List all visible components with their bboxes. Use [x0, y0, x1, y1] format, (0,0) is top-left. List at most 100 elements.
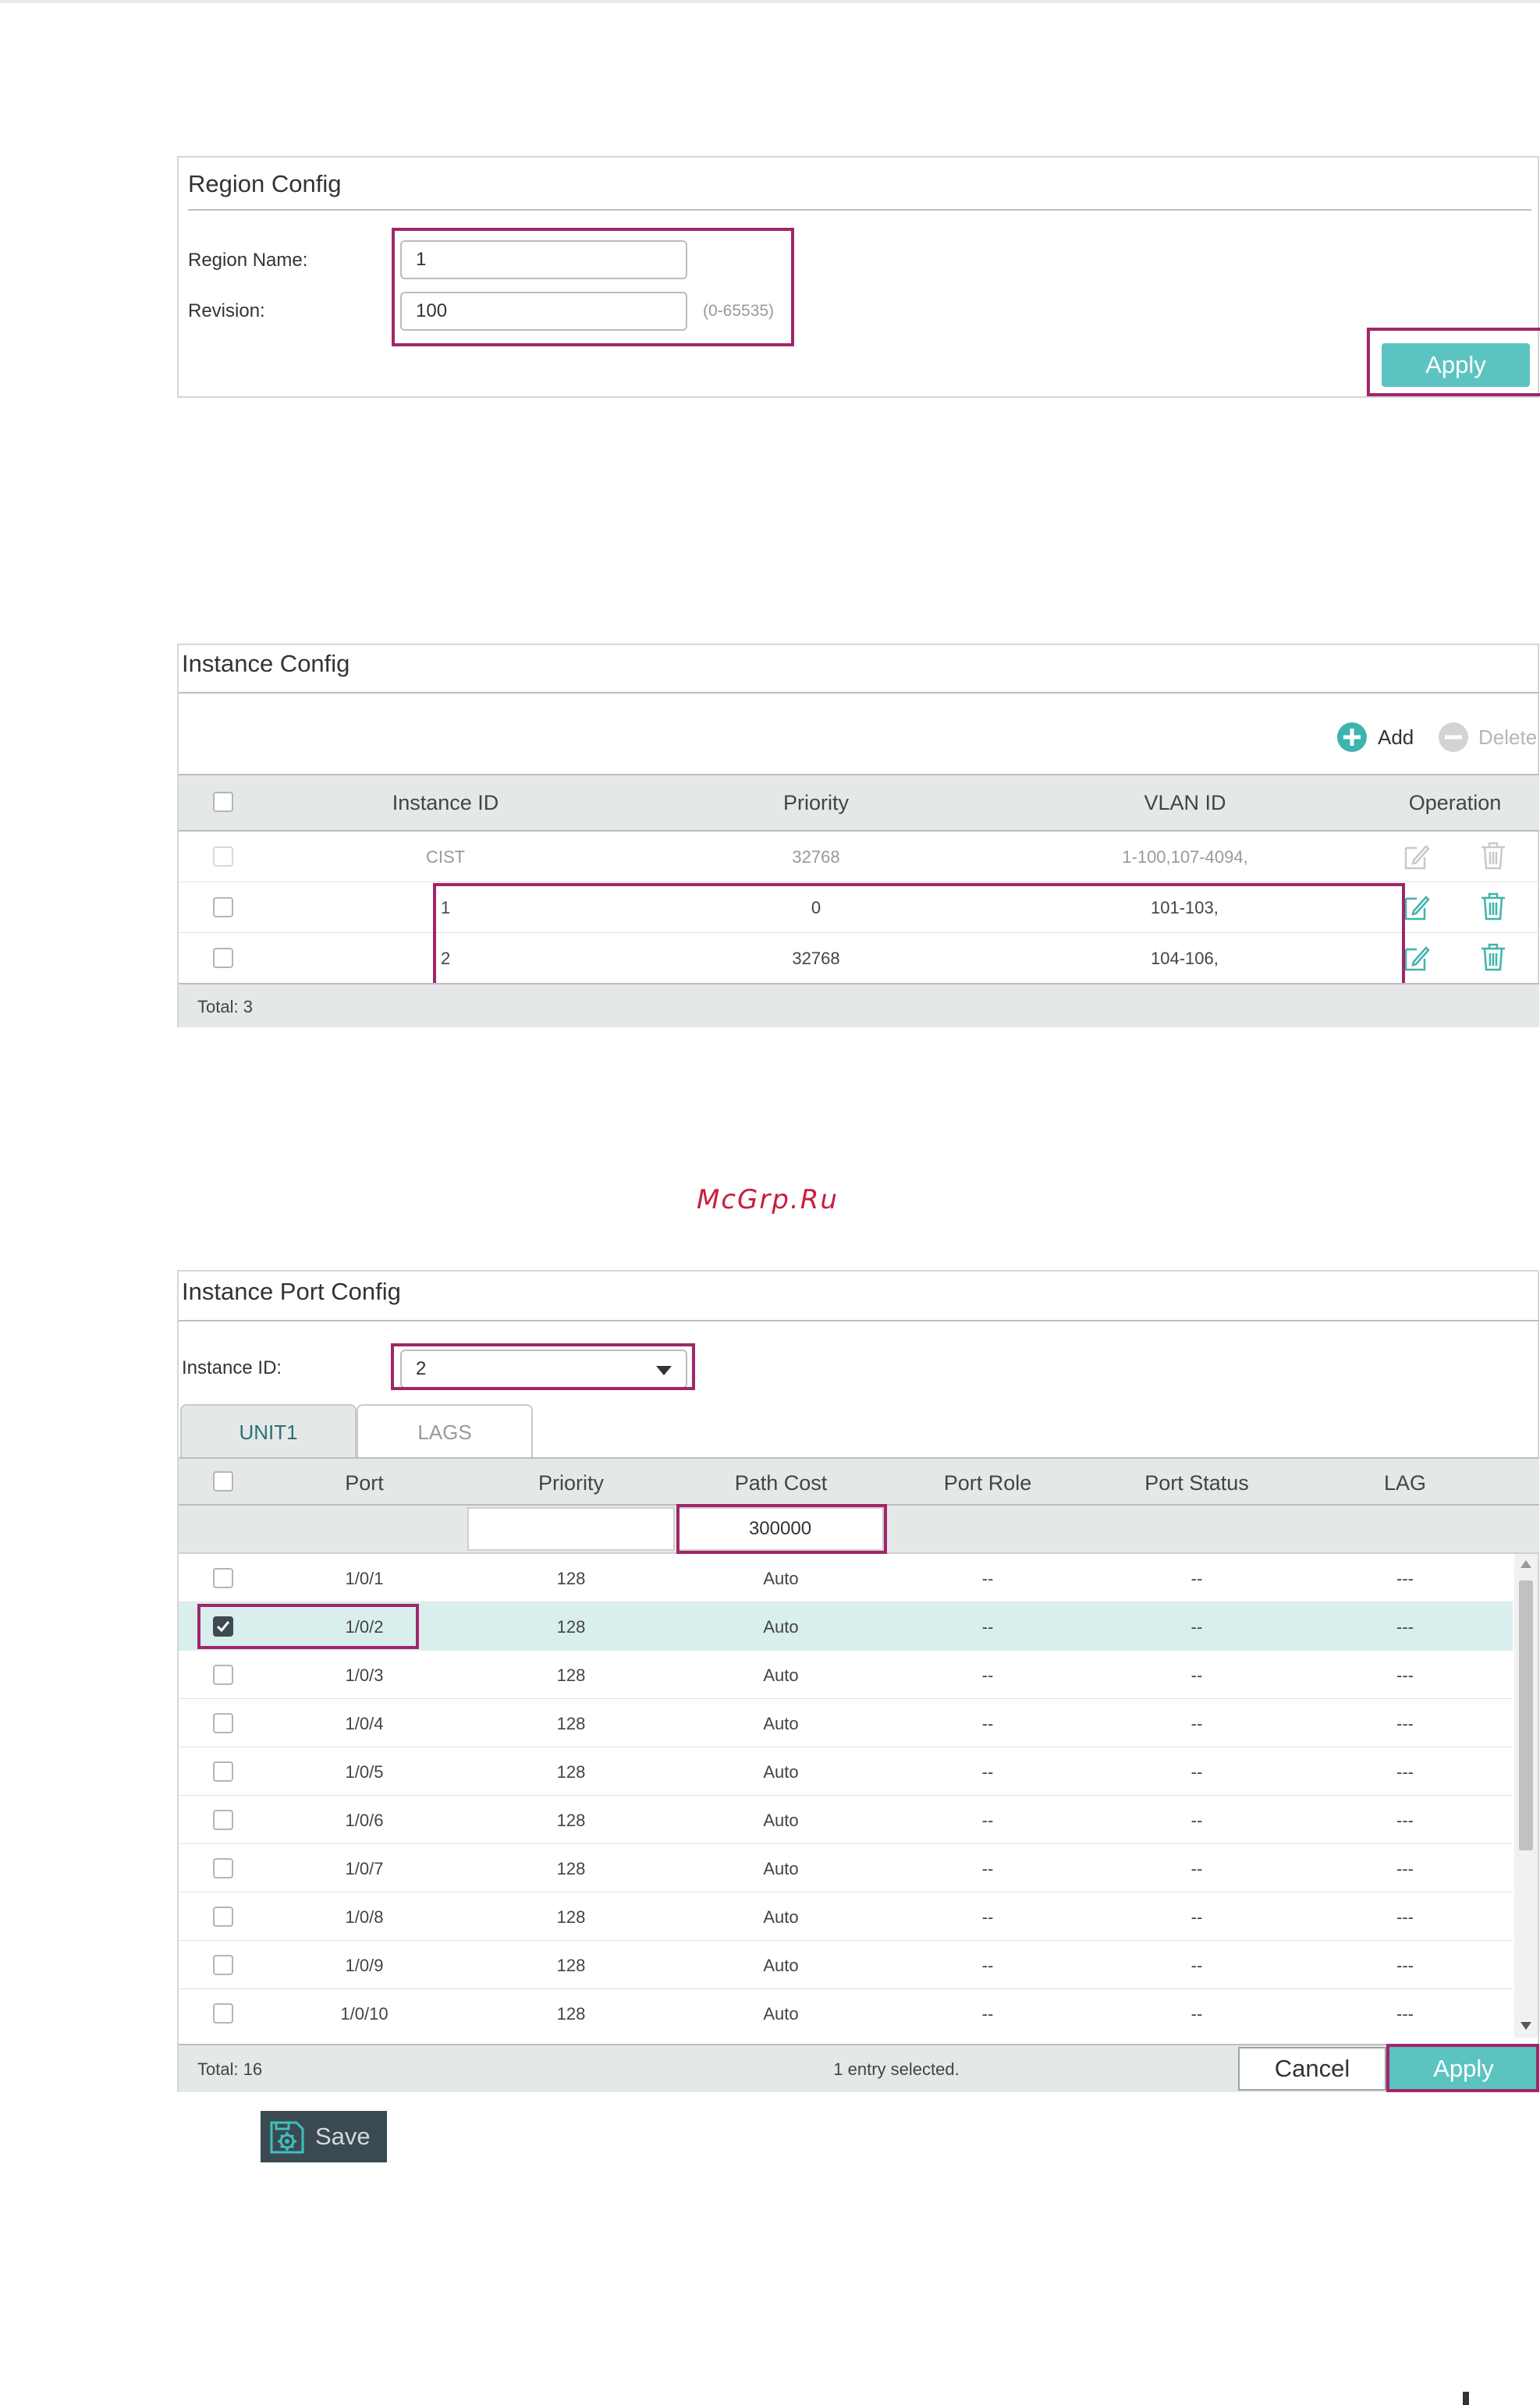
port-status-cell: -- [1190, 1956, 1203, 1975]
batch-priority-input[interactable] [467, 1507, 675, 1551]
row-checkbox [213, 846, 233, 867]
table-row: 1/0/3 128 Auto -- -- --- [179, 1651, 1513, 1699]
row-checkbox[interactable] [213, 2003, 233, 2024]
table-row: 1/0/1 128 Auto -- -- --- [179, 1554, 1513, 1602]
selected-count: 1 entry selected. [833, 2059, 960, 2079]
port-status-cell: -- [1190, 1907, 1203, 1927]
table-row: 1/0/10 128 Auto -- -- --- [179, 1989, 1513, 2038]
scroll-down-arrow-icon[interactable] [1520, 2022, 1531, 2030]
port-role-cell: -- [981, 2004, 994, 2024]
priority-cell: 128 [556, 1956, 586, 1975]
tab-unit1[interactable]: UNIT1 [180, 1404, 357, 1459]
table-row: 1/0/5 128 Auto -- -- --- [179, 1747, 1513, 1796]
trash-icon[interactable] [1480, 942, 1506, 972]
row-checkbox[interactable] [213, 897, 233, 917]
column-path-cost: Path Cost [734, 1471, 828, 1495]
port-apply-highlight [1386, 2044, 1539, 2092]
edit-icon[interactable] [1403, 893, 1430, 921]
region-apply-highlight [1367, 328, 1540, 396]
row-checkbox[interactable] [213, 1713, 233, 1733]
path-cost-cell: Auto [763, 1811, 799, 1830]
instance-rows-highlight [433, 883, 1405, 989]
port-role-cell: -- [981, 1617, 994, 1637]
port-cell: 1/0/10 [340, 2004, 389, 2024]
lag-cell: --- [1396, 1714, 1414, 1733]
table-row: 1/0/8 128 Auto -- -- --- [179, 1892, 1513, 1941]
instance-id-cell: CIST [425, 847, 466, 867]
batch-edit-row: 300000 [179, 1504, 1539, 1554]
port-status-cell: -- [1190, 2004, 1203, 2024]
watermark: McGrp.Ru [697, 1184, 839, 1215]
port-role-cell: -- [981, 1762, 994, 1782]
port-cell: 1/0/3 [345, 1665, 384, 1685]
lag-cell: --- [1396, 1617, 1414, 1637]
lag-cell: --- [1396, 1665, 1414, 1685]
row-checkbox[interactable] [213, 1858, 233, 1878]
region-config-panel: Region Config Region Name: 1 Revision: 1… [177, 156, 1540, 398]
row-checkbox[interactable] [213, 1955, 233, 1975]
selected-port-highlight [197, 1604, 419, 1649]
path-cost-cell: Auto [763, 1859, 799, 1878]
edit-icon[interactable] [1403, 944, 1430, 972]
port-select-all-checkbox[interactable] [213, 1471, 233, 1492]
scroll-thumb[interactable] [1519, 1580, 1533, 1850]
port-table-scrollbar[interactable] [1514, 1554, 1538, 2038]
column-vlan-id: VLAN ID [1144, 791, 1226, 814]
region-fields-highlight [392, 228, 794, 346]
region-name-label: Region Name: [188, 250, 308, 271]
lag-cell: --- [1396, 1569, 1414, 1588]
priority-cell: 32768 [792, 847, 840, 867]
lag-cell: --- [1396, 1907, 1414, 1927]
port-role-cell: -- [981, 1907, 994, 1927]
table-row[interactable]: 1/0/2 128 Auto -- -- --- [179, 1602, 1513, 1651]
add-circle-icon[interactable] [1336, 722, 1368, 753]
instance-table-header: Instance ID Priority VLAN ID Operation [179, 774, 1539, 832]
port-status-cell: -- [1190, 1859, 1203, 1878]
row-checkbox[interactable] [213, 948, 233, 968]
port-role-cell: -- [981, 1956, 994, 1975]
port-cell: 1/0/5 [345, 1762, 384, 1782]
delete-button-label: Delete [1478, 725, 1538, 749]
instance-id-label: Instance ID: [182, 1357, 282, 1378]
add-button-label[interactable]: Add [1378, 725, 1414, 750]
path-cost-cell: Auto [763, 1714, 799, 1733]
row-checkbox[interactable] [213, 1810, 233, 1830]
tab-lags[interactable]: LAGS [357, 1404, 533, 1459]
port-status-cell: -- [1190, 1665, 1203, 1685]
port-status-cell: -- [1190, 1714, 1203, 1733]
row-checkbox[interactable] [213, 1761, 233, 1782]
port-status-cell: -- [1190, 1762, 1203, 1782]
lag-cell: --- [1396, 1762, 1414, 1782]
priority-cell: 128 [556, 1617, 586, 1637]
delete-circle-icon [1439, 722, 1468, 752]
port-role-cell: -- [981, 1665, 994, 1685]
port-role-cell: -- [981, 1811, 994, 1830]
instance-config-panel: Instance Config Add Delete Instance ID P… [177, 644, 1539, 1027]
column-instance-id: Instance ID [392, 791, 499, 814]
cancel-button[interactable]: Cancel [1238, 2047, 1386, 2091]
port-table-header: Port Priority Path Cost Port Role Port S… [179, 1457, 1539, 1506]
row-checkbox[interactable] [213, 1665, 233, 1685]
instance-select-all-checkbox[interactable] [213, 792, 233, 812]
port-status-cell: -- [1190, 1811, 1203, 1830]
table-row: CIST 32768 1-100,107-4094, [179, 832, 1539, 881]
port-role-cell: -- [981, 1859, 994, 1878]
column-priority: Priority [782, 791, 850, 814]
trash-icon[interactable] [1480, 892, 1506, 921]
row-checkbox[interactable] [213, 1568, 233, 1588]
save-button[interactable]: Save [261, 2111, 387, 2162]
instance-id-highlight [391, 1343, 695, 1390]
port-role-cell: -- [981, 1714, 994, 1733]
scroll-up-arrow-icon[interactable] [1520, 1560, 1531, 1568]
port-cell: 1/0/4 [345, 1714, 384, 1733]
row-checkbox[interactable] [213, 1907, 233, 1927]
instance-table-footer: Total: 3 [179, 983, 1539, 1027]
path-cost-cell: Auto [763, 1569, 799, 1588]
instance-port-config-title: Instance Port Config [182, 1278, 401, 1305]
table-row: 1/0/6 128 Auto -- -- --- [179, 1796, 1513, 1844]
port-cell: 1/0/9 [345, 1956, 384, 1975]
lag-cell: --- [1396, 1859, 1414, 1878]
region-config-divider [188, 209, 1531, 211]
path-cost-cell: Auto [763, 1617, 799, 1637]
port-role-cell: -- [981, 1569, 994, 1588]
